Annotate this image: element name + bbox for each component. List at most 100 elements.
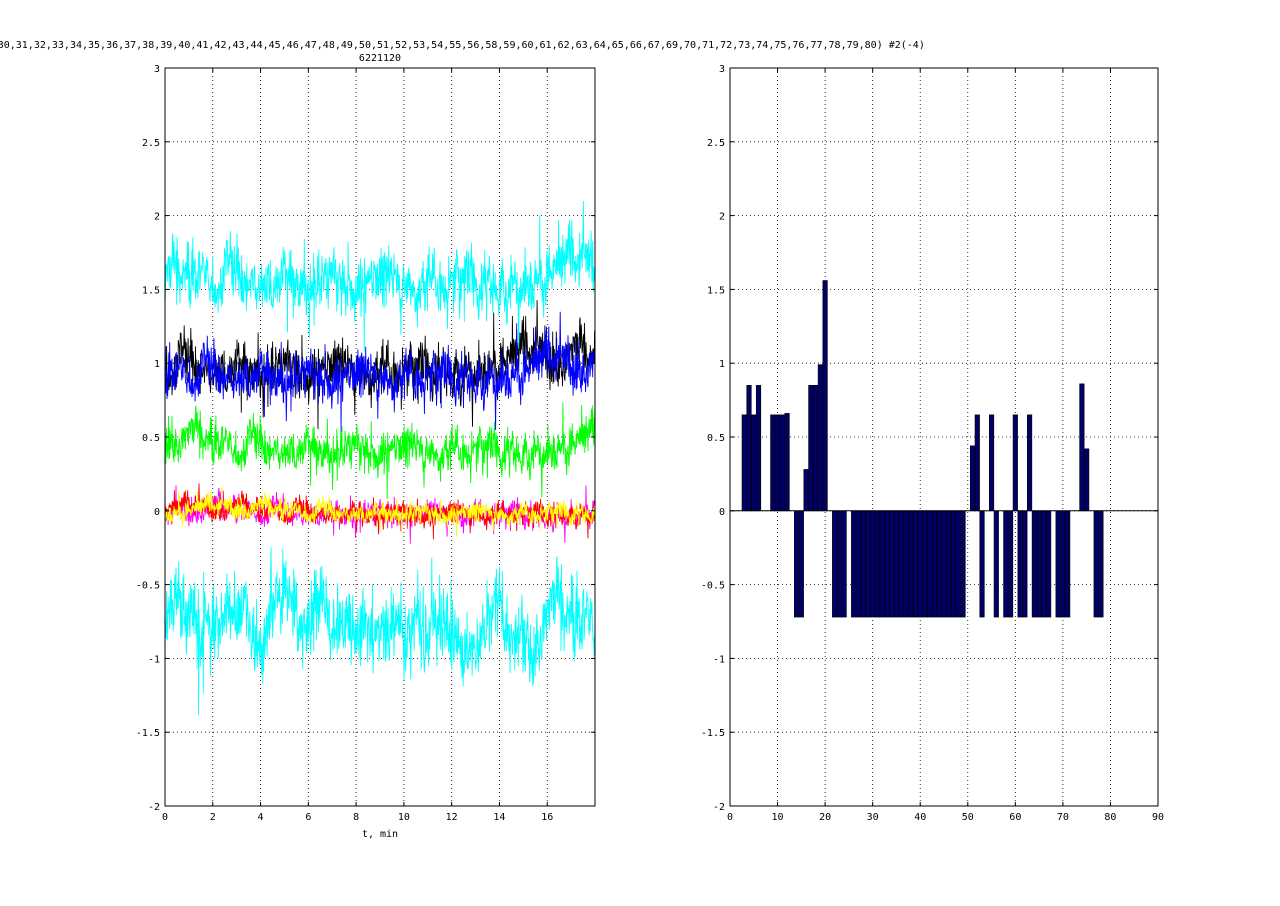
- bar-49: [960, 510, 966, 618]
- left-y-tick-label: 3: [154, 64, 160, 75]
- bar-34: [889, 510, 895, 618]
- bar-65: [1036, 510, 1042, 618]
- bar-4: [746, 385, 752, 512]
- right-bar-chart: 0 10 20 30 40 50 60 70 80 90 -2 -1.5 -1 -0.5 0 0.5 1 1.5 2…: [701, 64, 1164, 823]
- bar-69: [1055, 510, 1061, 618]
- right-y-tick-label: -1.5: [701, 728, 725, 739]
- bar-11: [779, 414, 785, 512]
- bar-6: [755, 385, 762, 512]
- right-y-tick-label: -1: [713, 654, 725, 665]
- bar-51: [969, 445, 976, 512]
- right-y-tick-label: 3: [719, 64, 725, 75]
- left-y-tick-label: 2.5: [142, 138, 160, 149]
- bar-75: [1084, 448, 1090, 512]
- left-line-plot: 0 2 4 6 8 10 12 14 16 -2 -1.5 -1 -0.5 0 0.5 1 1.5 2 2.5 3 t…: [136, 64, 596, 840]
- bar-67: [1046, 510, 1052, 618]
- bar-41: [922, 510, 928, 618]
- right-y-tick-label: 0: [719, 507, 725, 518]
- left-x-tick-label: 2: [210, 812, 216, 823]
- bar-46: [946, 510, 952, 618]
- bar-37: [903, 510, 909, 618]
- bar-42: [927, 510, 933, 618]
- left-x-tick-label: 14: [493, 812, 505, 823]
- bar-32: [879, 510, 885, 618]
- right-x-tick-label: 0: [727, 812, 733, 823]
- left-y-tick-label: 1: [154, 359, 160, 370]
- bar-9: [770, 414, 776, 512]
- left-x-axis-label: t, min: [362, 829, 398, 840]
- bar-62: [1022, 510, 1028, 618]
- right-x-tick-label: 60: [1009, 812, 1021, 823]
- bar-55: [988, 414, 995, 512]
- right-y-tick-label: 2.5: [707, 138, 725, 149]
- right-x-tick-label: 80: [1104, 812, 1116, 823]
- left-y-tick-label: 0.5: [142, 433, 160, 444]
- right-x-tick-label: 10: [772, 812, 784, 823]
- bar-47: [950, 510, 957, 618]
- bar-56: [993, 510, 999, 618]
- bar-43: [931, 510, 938, 618]
- bar-38: [908, 510, 914, 618]
- bar-19: [817, 364, 823, 512]
- bar-5: [751, 414, 757, 512]
- bar-20: [822, 280, 828, 512]
- bar-39: [912, 510, 919, 618]
- right-y-tick-label: 2: [719, 212, 725, 223]
- left-x-tick-label: 16: [541, 812, 553, 823]
- bar-16: [803, 469, 809, 512]
- left-y-tick-label: 0: [154, 507, 160, 518]
- right-x-tick-label: 70: [1057, 812, 1069, 823]
- bar-64: [1031, 510, 1037, 618]
- right-y-tick-label: 0.5: [707, 433, 725, 444]
- bar-48: [955, 510, 961, 618]
- right-x-tick-label: 50: [962, 812, 974, 823]
- chart-title-line1: 21,22,23,24,25,26,27,28,29,30,31,32,33,3…: [0, 40, 925, 51]
- right-y-tick-label: -2: [713, 802, 725, 813]
- right-y-tick-label: -0.5: [701, 581, 725, 592]
- bar-66: [1041, 510, 1047, 618]
- bar-58: [1003, 510, 1009, 618]
- bar-26: [851, 510, 857, 618]
- bar-60: [1012, 414, 1018, 512]
- bar-28: [860, 510, 866, 618]
- bar-24: [841, 510, 847, 618]
- bar-3: [741, 414, 747, 512]
- right-y-tick-label: 1.5: [707, 285, 725, 296]
- bar-40: [917, 510, 923, 618]
- chart-title-line2: 6221120: [359, 53, 401, 64]
- figure: 21,22,23,24,25,26,27,28,29,30,31,32,33,3…: [0, 0, 1280, 906]
- left-y-tick-label: 2: [154, 212, 160, 223]
- bar-70: [1060, 510, 1066, 618]
- right-x-tick-label: 40: [914, 812, 926, 823]
- left-x-tick-label: 0: [162, 812, 168, 823]
- left-x-tick-label: 10: [398, 812, 410, 823]
- bar-61: [1017, 510, 1023, 618]
- bar-35: [893, 510, 900, 618]
- bar-30: [870, 510, 876, 618]
- bar-18: [813, 385, 819, 512]
- bar-27: [855, 510, 861, 618]
- left-y-tick-label: -0.5: [136, 581, 160, 592]
- bar-63: [1027, 414, 1033, 512]
- bar-14: [794, 510, 800, 618]
- left-x-tick-label: 6: [305, 812, 311, 823]
- bar-71: [1065, 510, 1071, 618]
- left-x-tick-label: 4: [258, 812, 264, 823]
- left-y-tick-label: -1.5: [136, 728, 160, 739]
- bar-23: [836, 510, 842, 618]
- bar-31: [874, 510, 880, 618]
- bar-53: [979, 510, 985, 618]
- bar-52: [974, 414, 980, 512]
- bar-78: [1098, 510, 1104, 618]
- bar-36: [898, 510, 904, 618]
- left-x-tick-label: 12: [446, 812, 458, 823]
- bar-22: [832, 510, 838, 618]
- right-x-tick-label: 20: [819, 812, 831, 823]
- right-x-tick-label: 30: [867, 812, 879, 823]
- bar-77: [1093, 510, 1099, 618]
- bar-12: [784, 413, 790, 512]
- left-y-tick-label: -1: [148, 654, 160, 665]
- bar-10: [774, 414, 781, 512]
- right-y-tick-label: 1: [719, 359, 725, 370]
- left-x-tick-label: 8: [353, 812, 359, 823]
